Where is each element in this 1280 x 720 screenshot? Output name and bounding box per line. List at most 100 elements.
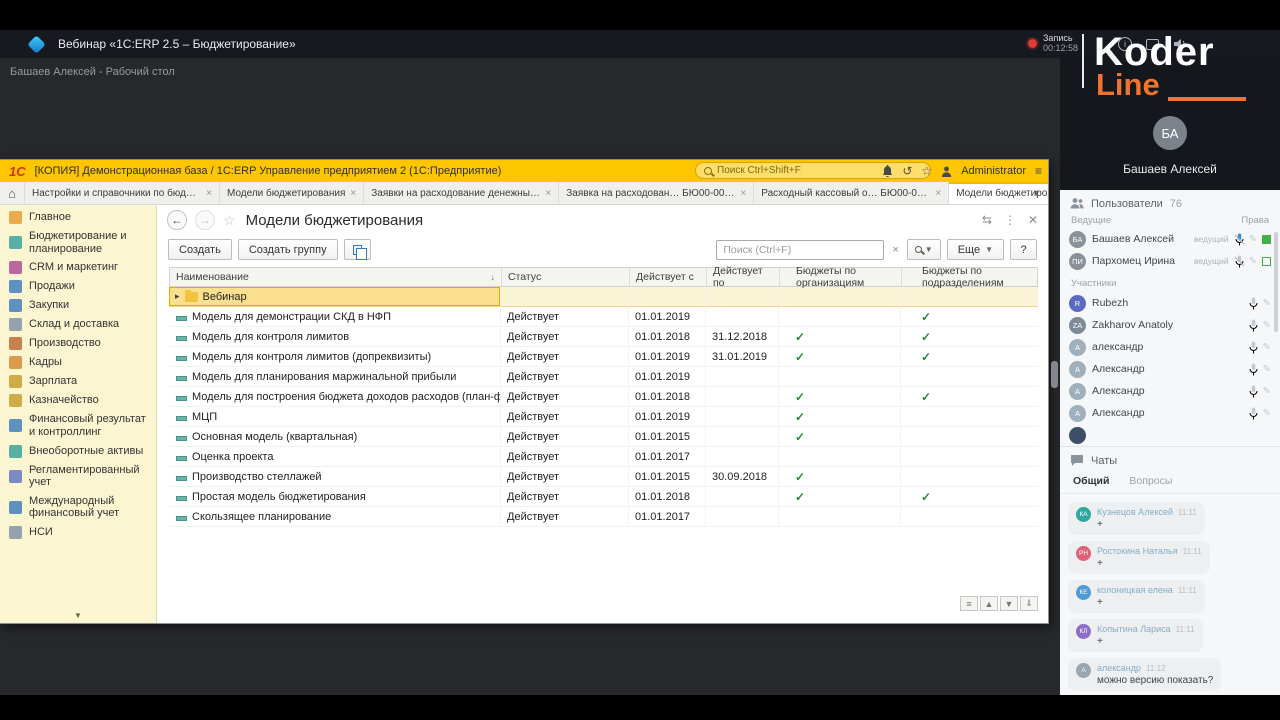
favorite-star-icon[interactable]: ☆ [223,212,236,229]
back-button[interactable]: ← [167,210,187,230]
participant-row[interactable]: A александр ✎ [1060,336,1280,358]
go-to-end-button[interactable]: ⇓ [1020,596,1038,611]
column-header-budgets-dep[interactable]: Бюджеты по подразделениям [902,265,1037,289]
chat-tab-general[interactable]: Общий [1073,475,1109,487]
cell-name[interactable]: ▸ Вебинар [169,287,501,306]
window-tab[interactable]: Настройки и справочники по бюдже… × [25,182,220,204]
info-icon[interactable]: i [1118,37,1132,51]
scroll-up-button[interactable]: ▲ [980,596,998,611]
table-row[interactable]: ▸ МЦП Действует 01.01.2019 ✓ [169,407,1038,427]
mic-icon[interactable] [1249,341,1258,354]
edit-icon[interactable]: ✎ [1263,408,1271,419]
sidebar-item[interactable]: Склад и доставка [0,315,156,334]
column-header-budgets-org[interactable]: Бюджеты по организациям [780,265,902,289]
notifications-icon[interactable] [882,165,893,177]
app-menu-icon[interactable]: ≡ [1035,164,1042,178]
cell-name[interactable]: ▸ Модель для контроля лимитов [169,327,501,346]
message-author[interactable]: Копытина Лариса [1097,624,1171,634]
sidebar-item[interactable]: Продажи [0,277,156,296]
edit-icon[interactable]: ✎ [1249,234,1257,245]
table-row[interactable]: ▸ Оценка проекта Действует 01.01.2017 ✓ [169,447,1038,467]
table-row[interactable]: ▸ Основная модель (квартальная) Действуе… [169,427,1038,447]
message-author[interactable]: александр [1097,663,1141,673]
volume-icon[interactable] [1173,37,1187,51]
tab-close-icon[interactable]: × [545,188,551,199]
link-icon[interactable]: ⇆ [982,213,992,227]
sidebar-item[interactable]: Международный финансовый учет [0,492,156,523]
create-button[interactable]: Создать [168,239,232,260]
history-icon[interactable]: ↺ [902,164,912,178]
help-button[interactable]: ? [1010,239,1037,260]
mic-icon[interactable] [1249,319,1258,332]
table-row[interactable]: ▸ Простая модель бюджетирования Действуе… [169,487,1038,507]
message-author[interactable]: колоницкая елена [1097,585,1173,595]
cell-name[interactable]: ▸ Модель для планирования маржинальной п… [169,367,501,386]
edit-icon[interactable]: ✎ [1263,298,1271,309]
sidebar-item[interactable]: Внеоборотные активы [0,442,156,461]
participant-row[interactable]: R Rubezh ✎ [1060,292,1280,314]
sidebar-item[interactable]: НСИ [0,523,156,542]
cell-name[interactable]: ▸ Простая модель бюджетирования [169,487,501,506]
cell-name[interactable]: ▸ Модель для построения бюджета доходов … [169,387,501,406]
table-row[interactable]: ▸ Модель для построения бюджета доходов … [169,387,1038,407]
sidebar-item[interactable]: Производство [0,334,156,353]
clear-search-icon[interactable]: × [890,244,900,256]
message-author[interactable]: Кузнецов Алексей [1097,507,1173,517]
sidebar-item[interactable]: Закупки [0,296,156,315]
sidebar-item[interactable]: Казначейство [0,391,156,410]
window-tab[interactable]: Заявки на расходование денежных … × [364,182,560,204]
favorites-star-icon[interactable]: ☆ [921,164,932,178]
rights-toggle[interactable] [1262,256,1271,266]
expand-caret-icon[interactable]: ▸ [175,291,180,302]
cell-name[interactable]: ▸ Скользящее планирование [169,507,501,526]
sidebar-more-icon[interactable]: ▼ [0,611,156,620]
sidebar-item[interactable]: Зарплата [0,372,156,391]
rights-toggle[interactable] [1262,234,1271,244]
table-row[interactable]: ▸ Модель для демонстрации СКД в НФП Дейс… [169,307,1038,327]
tab-close-icon[interactable]: × [935,188,941,199]
sidebar-item[interactable]: CRM и маркетинг [0,258,156,277]
mic-icon[interactable] [1249,385,1258,398]
participant-row[interactable]: A Александр ✎ [1060,358,1280,380]
mic-icon[interactable] [1249,407,1258,420]
copy-button[interactable] [343,239,371,260]
share-scrollbar-thumb[interactable] [1051,361,1058,388]
column-header-valid-to[interactable]: Действует по [707,265,780,289]
table-row[interactable]: ▸ Производство стеллажей Действует 01.01… [169,467,1038,487]
chat-tab-questions[interactable]: Вопросы [1129,475,1172,487]
home-tab[interactable]: ⌂ [0,182,25,204]
more-menu-icon[interactable]: ⋮ [1004,213,1016,227]
search-options-button[interactable]: ▼ [906,239,941,260]
forward-button[interactable]: → [195,210,215,230]
current-user[interactable]: Administrator [961,165,1026,177]
sidebar-item[interactable]: Главное [0,208,156,227]
table-row[interactable]: ▸ Вебинар ✓ ✓ [169,287,1038,307]
table-row[interactable]: ▸ Модель для планирования маржинальной п… [169,367,1038,387]
participant-row[interactable]: ZA Zakharov Anatoly ✎ [1060,314,1280,336]
more-button[interactable]: Еще ▼ [946,239,1004,260]
tabs-overflow-button[interactable]: ▼ [1028,182,1045,204]
mic-icon[interactable] [1249,297,1258,310]
sidebar-item[interactable]: Регламентированный учет [0,461,156,492]
participant-row[interactable]: ✎ [1060,424,1280,446]
close-page-icon[interactable]: ✕ [1028,213,1038,227]
list-search-input[interactable] [716,239,885,260]
tab-close-icon[interactable]: × [740,188,746,199]
cell-name[interactable]: ▸ Производство стеллажей [169,467,501,486]
cell-name[interactable]: ▸ МЦП [169,407,501,426]
fullscreen-icon[interactable] [1146,38,1159,50]
host-row[interactable]: ПИ Пархомец Ирина ведущий ✎ [1060,250,1280,272]
cell-name[interactable]: ▸ Основная модель (квартальная) [169,427,501,446]
window-tab[interactable]: Заявка на расходован… БЮ00-000001 × [559,182,755,204]
sidebar-item[interactable]: Финансовый результат и контроллинг [0,410,156,441]
mic-icon[interactable] [1249,363,1258,376]
sidebar-item[interactable]: Кадры [0,353,156,372]
sidebar-item[interactable]: Бюджетирование и планирование [0,227,156,258]
column-header-name[interactable]: Наименование ↓ [170,268,502,286]
cell-name[interactable]: ▸ Модель для контроля лимитов (допреквиз… [169,347,501,366]
mic-icon[interactable] [1235,233,1244,246]
list-menu-button[interactable]: ≡ [960,596,978,611]
create-group-button[interactable]: Создать группу [237,239,338,260]
column-header-status[interactable]: Статус [502,268,630,286]
cell-name[interactable]: ▸ Модель для демонстрации СКД в НФП [169,307,501,326]
